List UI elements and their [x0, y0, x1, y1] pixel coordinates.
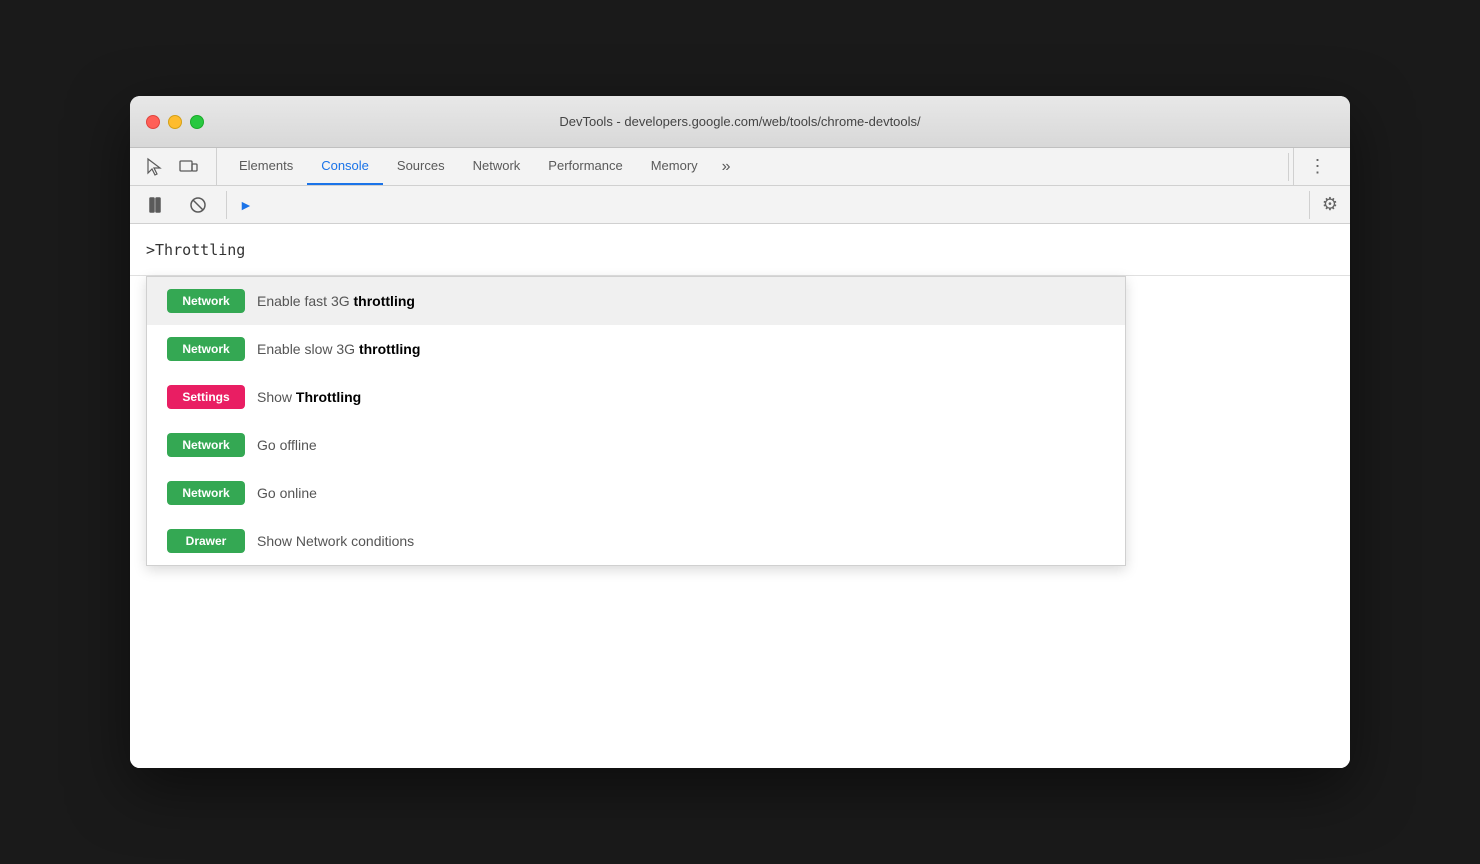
badge-network-go-offline: Network — [167, 433, 245, 457]
play-icon-button[interactable] — [142, 190, 174, 220]
traffic-lights — [146, 115, 204, 129]
badge-network-fast3g: Network — [167, 289, 245, 313]
dropdown-item-fast3g[interactable]: Network Enable fast 3G throttling — [147, 277, 1125, 325]
command-input-area[interactable]: >Throttling — [130, 224, 1350, 276]
badge-network-go-online: Network — [167, 481, 245, 505]
main-toolbar: Elements Console Sources Network Perform… — [130, 148, 1350, 186]
play-icon — [148, 195, 168, 215]
ban-icon-button[interactable] — [182, 190, 214, 220]
dropdown-item-network-conditions[interactable]: Drawer Show Network conditions — [147, 517, 1125, 565]
close-button[interactable] — [146, 115, 160, 129]
item-text-go-online: Go online — [257, 485, 317, 501]
more-tabs-button[interactable]: » — [712, 148, 741, 185]
tab-performance[interactable]: Performance — [534, 148, 636, 185]
dropdown-item-go-offline[interactable]: Network Go offline — [147, 421, 1125, 469]
toolbar2-right-divider — [1309, 191, 1310, 219]
tab-network[interactable]: Network — [459, 148, 535, 185]
badge-network-slow3g: Network — [167, 337, 245, 361]
tab-sources[interactable]: Sources — [383, 148, 459, 185]
kebab-menu-button[interactable]: ⋮ — [1302, 152, 1334, 182]
dropdown-item-settings-throttling[interactable]: Settings Show Throttling — [147, 373, 1125, 421]
item-text-settings-throttling: Show Throttling — [257, 389, 361, 405]
minimize-button[interactable] — [168, 115, 182, 129]
badge-drawer-network-conditions: Drawer — [167, 529, 245, 553]
cursor-icon — [144, 157, 164, 177]
responsive-icon-button[interactable] — [172, 152, 204, 182]
tab-elements[interactable]: Elements — [225, 148, 307, 185]
item-text-fast3g: Enable fast 3G throttling — [257, 293, 415, 309]
toolbar2-divider — [226, 191, 227, 219]
window-title: DevTools - developers.google.com/web/too… — [559, 114, 920, 129]
main-content: >Throttling Network Enable fast 3G throt… — [130, 224, 1350, 768]
item-text-go-offline: Go offline — [257, 437, 317, 453]
kebab-icon: ⋮ — [1309, 156, 1328, 177]
main-tabs: Elements Console Sources Network Perform… — [217, 148, 1284, 185]
devtools-panel: Elements Console Sources Network Perform… — [130, 148, 1350, 768]
cursor-icon-button[interactable] — [138, 152, 170, 182]
item-text-network-conditions: Show Network conditions — [257, 533, 414, 549]
badge-settings-throttling: Settings — [167, 385, 245, 409]
item-text-slow3g: Enable slow 3G throttling — [257, 341, 420, 357]
tab-console[interactable]: Console — [307, 148, 383, 185]
browser-window: DevTools - developers.google.com/web/too… — [130, 96, 1350, 768]
command-prompt-text: >Throttling — [146, 241, 245, 259]
dropdown-item-go-online[interactable]: Network Go online — [147, 469, 1125, 517]
command-dropdown: Network Enable fast 3G throttling Networ… — [146, 276, 1126, 566]
expand-chevron-icon[interactable]: ► — [239, 197, 253, 213]
maximize-button[interactable] — [190, 115, 204, 129]
dropdown-item-slow3g[interactable]: Network Enable slow 3G throttling — [147, 325, 1125, 373]
title-bar: DevTools - developers.google.com/web/too… — [130, 96, 1350, 148]
toolbar-right: ⋮ — [1293, 148, 1342, 185]
responsive-icon — [178, 157, 198, 177]
settings-gear-icon[interactable]: ⚙ — [1322, 194, 1338, 215]
toolbar-left — [138, 148, 217, 185]
ban-icon — [188, 195, 208, 215]
secondary-toolbar: ► ⚙ — [130, 186, 1350, 224]
toolbar-divider — [1288, 153, 1289, 181]
tab-memory[interactable]: Memory — [637, 148, 712, 185]
